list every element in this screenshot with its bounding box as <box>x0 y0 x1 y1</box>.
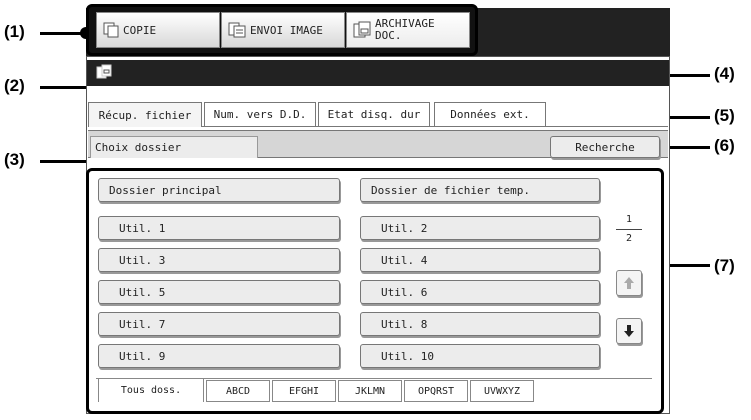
filter-tab-label: ABCD <box>225 385 251 397</box>
user-folder-label: Util. 2 <box>381 221 428 235</box>
user-folder-button[interactable]: Util. 7 <box>98 312 340 336</box>
arrow-up-icon <box>624 277 634 289</box>
user-folder-label: Util. 5 <box>119 285 166 299</box>
archive-icon <box>353 21 371 38</box>
tab-external-data[interactable]: Données ext. <box>434 102 546 127</box>
folder-select-label: Choix dossier <box>95 141 182 154</box>
callout-6: (6) <box>714 136 735 155</box>
folder-bar-label-box: Choix dossier <box>90 136 258 158</box>
filter-tab-label: UVWXYZ <box>483 385 521 397</box>
page-down-button[interactable] <box>616 318 642 344</box>
tab-scan-to-hdd-label: Num. vers D.D. <box>213 108 307 121</box>
tab-retrieve-file-label: Récup. fichier <box>98 108 192 122</box>
user-folder-button[interactable]: Util. 1 <box>98 216 340 240</box>
archive-mode-button[interactable]: ARCHIVAGE DOC. <box>346 12 470 48</box>
filter-tab-label: EFGHI <box>288 385 320 397</box>
filter-tab-uvwxyz[interactable]: UVWXYZ <box>470 380 534 402</box>
user-folder-button[interactable]: Util. 8 <box>360 312 600 336</box>
user-folder-button[interactable]: Util. 5 <box>98 280 340 304</box>
copy-icon <box>103 22 119 38</box>
tab-baseline <box>202 126 668 127</box>
archive-mode-label: ARCHIVAGE DOC. <box>375 17 435 42</box>
search-button-label: Recherche <box>575 140 635 154</box>
filter-tab-label: OPQRST <box>417 385 455 397</box>
user-folder-label: Util. 4 <box>381 253 428 267</box>
filter-tab-all[interactable]: Tous doss. <box>98 378 204 402</box>
tab-hdd-status-label: Etat disq. dur <box>327 108 421 121</box>
user-folder-button[interactable]: Util. 9 <box>98 344 340 368</box>
callout-1: (1) <box>4 22 25 41</box>
main-folder-button[interactable]: Dossier principal <box>98 178 340 202</box>
send-image-icon <box>228 22 246 38</box>
filter-tab-opqrst[interactable]: OPQRST <box>404 380 468 402</box>
temp-folder-button[interactable]: Dossier de fichier temp. <box>360 178 600 202</box>
main-folder-label: Dossier principal <box>109 183 222 197</box>
filter-tab-label: JKLMN <box>354 385 386 397</box>
copy-mode-label: COPIE <box>123 23 157 37</box>
user-folder-button[interactable]: Util. 6 <box>360 280 600 304</box>
tab-external-data-label: Données ext. <box>450 108 530 121</box>
callout-4: (4) <box>714 64 735 83</box>
user-folder-label: Util. 6 <box>381 285 428 299</box>
tab-scan-to-hdd[interactable]: Num. vers D.D. <box>204 102 316 127</box>
document-filing-icon <box>96 64 112 79</box>
search-button[interactable]: Recherche <box>550 136 660 158</box>
user-folder-button[interactable]: Util. 3 <box>98 248 340 272</box>
filter-tab-label: Tous doss. <box>120 385 182 396</box>
callout-2: (2) <box>4 76 25 95</box>
arrow-down-icon <box>624 325 634 337</box>
user-folder-label: Util. 7 <box>119 317 166 331</box>
user-folder-button[interactable]: Util. 4 <box>360 248 600 272</box>
screen-header <box>87 60 669 86</box>
page-total: 2 <box>625 233 633 244</box>
tab-retrieve-file[interactable]: Récup. fichier <box>88 102 202 127</box>
callout-7: (7) <box>714 256 735 275</box>
filter-tab-abcd[interactable]: ABCD <box>206 380 270 402</box>
page-divider <box>616 229 642 230</box>
user-folder-label: Util. 9 <box>119 349 166 363</box>
tab-hdd-status[interactable]: Etat disq. dur <box>318 102 430 127</box>
page-up-button[interactable] <box>616 270 642 296</box>
callout-3: (3) <box>4 150 25 169</box>
temp-folder-label: Dossier de fichier temp. <box>371 183 530 197</box>
user-folder-label: Util. 8 <box>381 317 428 331</box>
send-image-mode-button[interactable]: ENVOI IMAGE <box>221 12 345 48</box>
send-image-mode-label: ENVOI IMAGE <box>250 23 323 37</box>
filter-tab-efghi[interactable]: EFGHI <box>272 380 336 402</box>
user-folder-label: Util. 1 <box>119 221 166 235</box>
filter-tab-jklmn[interactable]: JKLMN <box>338 380 402 402</box>
user-folder-button[interactable]: Util. 10 <box>360 344 600 368</box>
user-folder-label: Util. 3 <box>119 253 166 267</box>
user-folder-button[interactable]: Util. 2 <box>360 216 600 240</box>
callout-5: (5) <box>714 106 735 125</box>
user-folder-label: Util. 10 <box>381 349 434 363</box>
page-current: 1 <box>625 214 633 225</box>
copy-mode-button[interactable]: COPIE <box>96 12 220 48</box>
